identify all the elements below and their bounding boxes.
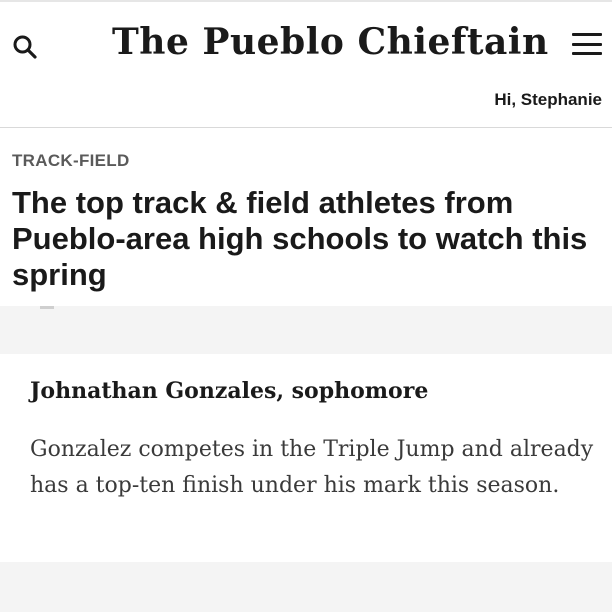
masthead-logo[interactable]: The Pueblo Chieftain xyxy=(112,16,548,68)
athlete-description: Gonzalez competes in the Triple Jump and… xyxy=(30,437,594,498)
section-label[interactable]: TRACK-FIELD xyxy=(12,151,130,171)
bottom-placeholder xyxy=(0,562,612,612)
menu-bar xyxy=(572,52,602,55)
media-placeholder xyxy=(0,306,612,354)
menu-bar xyxy=(572,42,602,46)
search-button[interactable] xyxy=(10,32,40,62)
hamburger-menu-icon[interactable] xyxy=(570,30,604,58)
site-header: The Pueblo Chieftain Hi, Stephanie xyxy=(0,2,612,128)
menu-bar xyxy=(572,33,602,36)
user-greeting[interactable]: Hi, Stephanie xyxy=(494,90,602,110)
athlete-name: Johnathan Gonzales, sophomore xyxy=(30,378,429,404)
divider-dash xyxy=(40,306,54,309)
search-icon xyxy=(13,35,37,59)
article-headline: The top track & field athletes from Pueb… xyxy=(12,185,588,292)
